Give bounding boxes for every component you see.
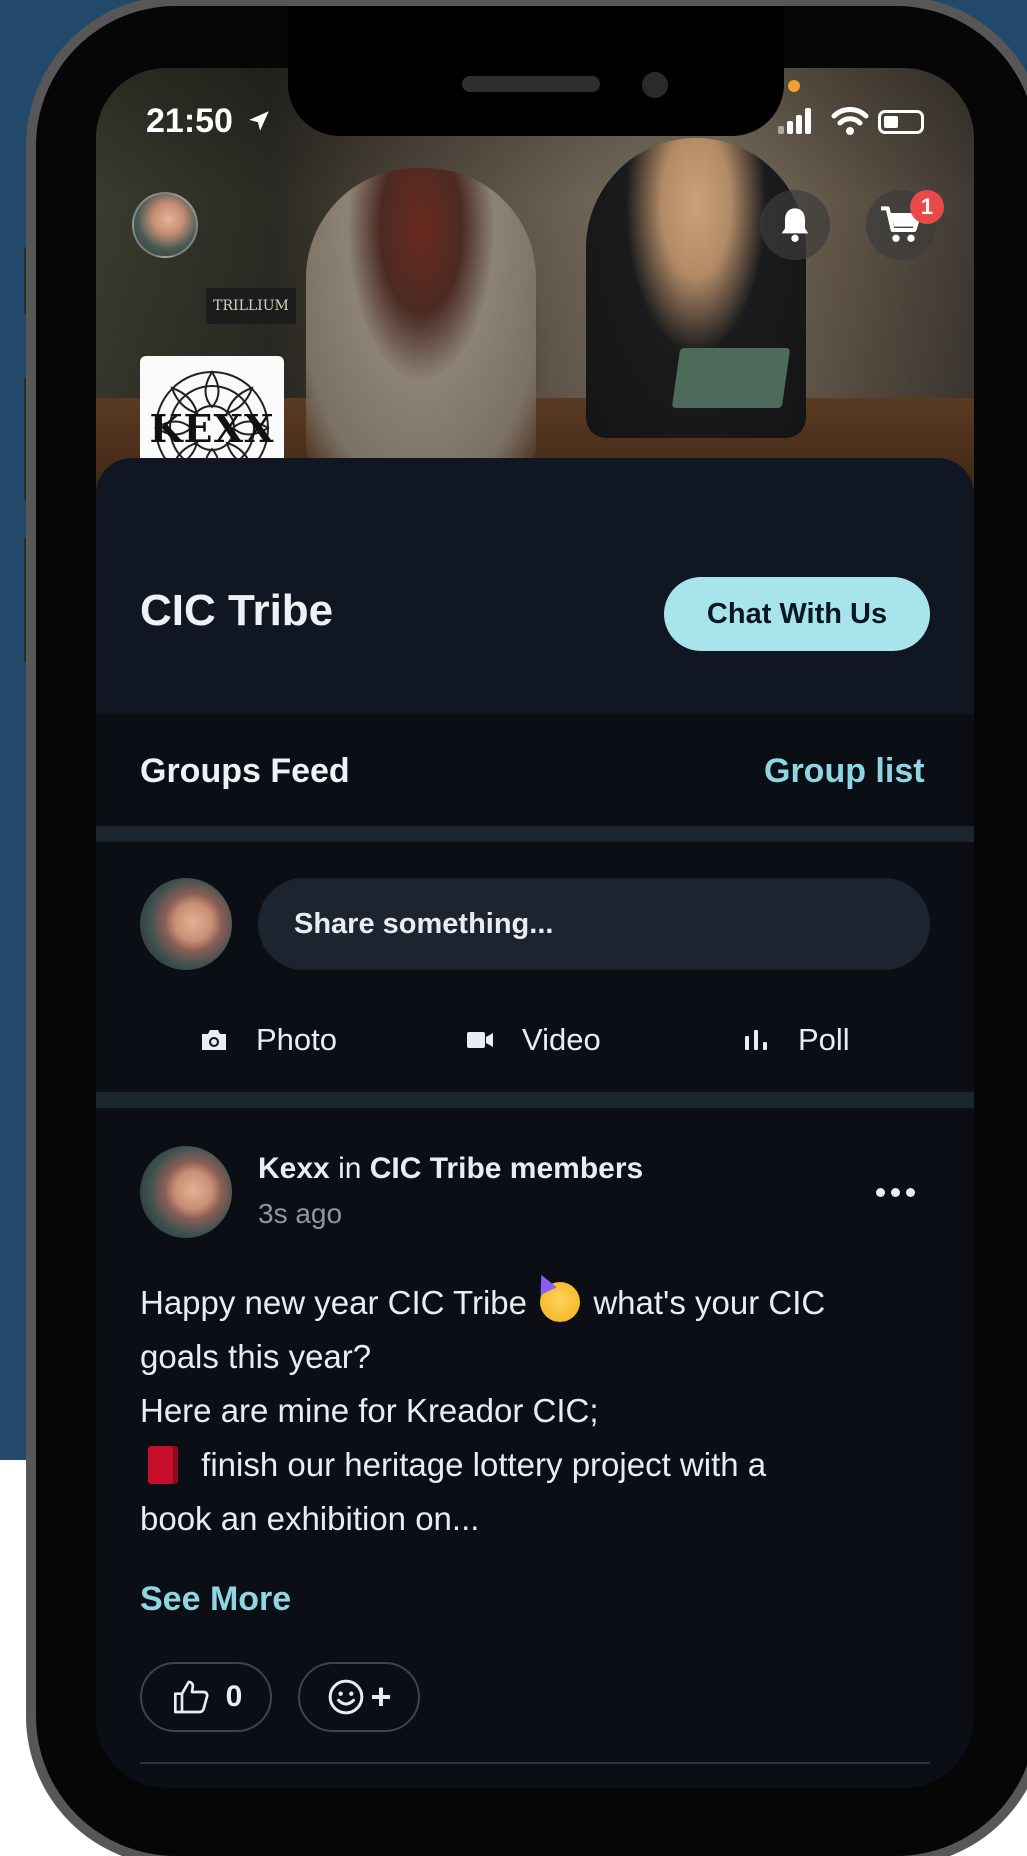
party-face-emoji-icon (540, 1282, 581, 1322)
tab-group-list[interactable]: Group list (764, 752, 925, 791)
post-in-word: in (338, 1152, 362, 1185)
smiley-icon (329, 1679, 364, 1715)
bell-icon (781, 208, 809, 242)
more-dot-icon (876, 1188, 885, 1197)
notifications-button[interactable] (760, 190, 830, 260)
photo-label: Photo (256, 1022, 338, 1057)
see-more-link[interactable]: See More (140, 1580, 291, 1619)
post-line: finish our heritage lottery project with… (140, 1438, 930, 1492)
notch-speaker (462, 76, 600, 92)
post-body: Happy new year CIC Tribe what's your CIC… (140, 1276, 930, 1546)
post-group-name[interactable]: CIC Tribe members (370, 1152, 643, 1185)
more-dot-icon (906, 1188, 915, 1197)
like-button[interactable]: 0 (140, 1662, 272, 1732)
community-name: CIC Tribe (140, 586, 334, 635)
post-timestamp: 3s ago (258, 1198, 343, 1229)
post-author-avatar[interactable] (140, 1146, 232, 1238)
cover-tablet (671, 348, 791, 408)
privacy-indicator-dot (788, 80, 800, 92)
like-count: 0 (225, 1680, 243, 1713)
post-footer-divider (140, 1762, 930, 1764)
video-label: Video (522, 1022, 601, 1057)
notch-camera (642, 72, 668, 98)
post-author-name[interactable]: Kexx (258, 1152, 330, 1185)
cover-sign: TRILLIUM (206, 288, 296, 324)
community-logo-text: KEXX (149, 405, 275, 451)
camera-icon (202, 1030, 226, 1050)
chat-with-us-button[interactable]: Chat With Us (664, 577, 930, 651)
section-divider (96, 826, 974, 842)
location-arrow-icon (249, 111, 270, 131)
cover-person-left (306, 168, 536, 468)
thumbs-up-icon (173, 1680, 209, 1714)
post-line: Happy new year CIC Tribe what's your CIC (140, 1282, 826, 1322)
wifi-icon (831, 107, 869, 135)
add-reaction-button[interactable]: + (298, 1662, 420, 1732)
post-line: book an exhibition on... (140, 1500, 480, 1537)
tab-groups-feed[interactable]: Groups Feed (140, 752, 350, 791)
phone-notch (288, 6, 784, 136)
status-time: 21:50 (146, 102, 272, 141)
poll-button[interactable]: Poll (744, 1018, 850, 1062)
cart-count-badge: 1 (910, 190, 944, 224)
poll-bars-icon (745, 1030, 767, 1050)
video-camera-icon (467, 1032, 493, 1048)
photo-button[interactable]: Photo (200, 1018, 337, 1062)
composer-avatar (140, 878, 232, 970)
post-line: Here are mine for Kreador CIC; (140, 1392, 599, 1429)
section-divider (96, 1092, 974, 1108)
post-more-options-button[interactable] (876, 1188, 915, 1197)
video-button[interactable]: Video (466, 1018, 601, 1062)
post-line: goals this year? (140, 1338, 372, 1375)
add-reaction-plus: + (370, 1676, 392, 1717)
share-something-input[interactable]: Share something... (258, 878, 930, 970)
more-dot-icon (891, 1188, 900, 1197)
red-book-emoji-icon (148, 1446, 178, 1484)
post-author-line: Kexx in CIC Tribe members (258, 1152, 643, 1186)
battery-icon (878, 110, 924, 134)
user-profile-avatar[interactable] (132, 192, 198, 258)
status-indicators (778, 104, 928, 140)
poll-label: Poll (798, 1022, 850, 1057)
